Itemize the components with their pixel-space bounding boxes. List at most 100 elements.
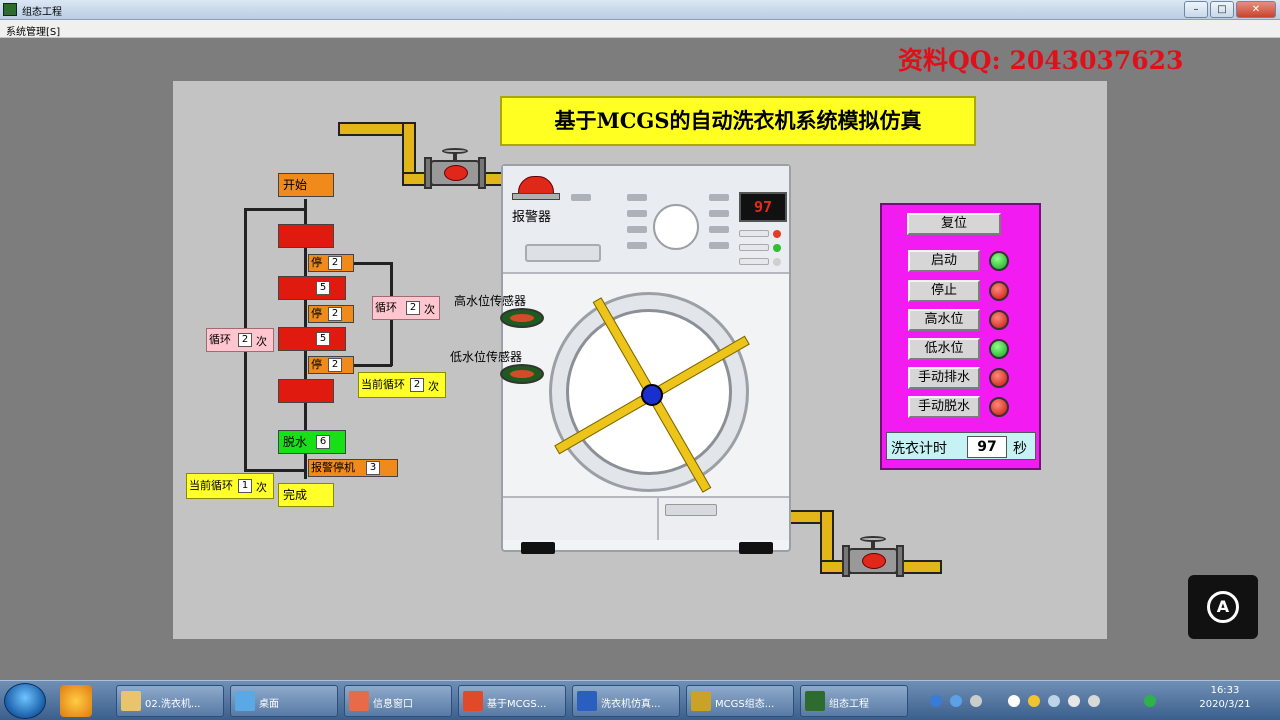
taskbar: 02.洗衣机... 桌面 信息窗口 基于MCGS... 洗衣机仿真... MCG… [0,680,1280,720]
washer-base-panel [503,496,789,540]
page-title: 基于MCGS的自动洗衣机系统模拟仿真 [500,96,976,146]
window-title: 组态工程 [22,7,62,18]
inlet-pipe-top [340,124,414,134]
reset-button[interactable]: 复位 [907,213,1001,235]
close-button[interactable]: ✕ [1236,1,1276,18]
panel-key [739,244,769,251]
menubar: 系统管理[S] [0,20,1280,38]
flow-step-drain [278,379,334,403]
shield-icon[interactable] [1144,695,1156,707]
task-label: 02.洗衣机... [145,699,201,710]
keyboard-icon[interactable] [930,695,942,707]
window-controls: – □ ✕ [1184,1,1276,19]
flow-spin-label: 脱水 [283,435,308,449]
task-label: 洗衣机仿真... [601,699,661,710]
battery-icon[interactable] [1088,695,1100,707]
taskbar-task[interactable]: MCGS组态... [686,685,794,717]
flow-step-forward [278,276,346,300]
clock-date: 2020/3/21 [1199,699,1251,710]
panel-slot [627,210,647,217]
menu-system-manage[interactable]: 系统管理[S] [6,23,60,38]
flow-step-spin: 脱水 [278,430,346,454]
low-water-sensor-icon [500,364,544,384]
start-button[interactable]: 启动 [908,250,980,272]
watermark-text: 资料QQ: 2043037623 [898,46,1184,75]
taskbar-task[interactable]: 信息窗口 [344,685,452,717]
flow-step-reverse [278,327,346,351]
agitator-blade [649,335,750,400]
explorer-pin-icon[interactable] [60,685,92,717]
taskbar-task[interactable]: 洗衣机仿真... [572,685,680,717]
task-label: 桌面 [259,699,279,710]
floating-assist-button[interactable]: A [1188,575,1258,639]
manual-spin-indicator-lamp [989,397,1009,417]
taskbar-task[interactable]: 组态工程 [800,685,908,717]
agitator-blade [592,297,657,398]
agitator-blade [554,390,655,455]
washer-drum [554,297,750,493]
agitator-blade [647,392,712,493]
network-icon[interactable] [1048,695,1060,707]
washer-door [549,292,750,493]
help-icon[interactable] [950,695,962,707]
panel-slot [709,226,729,233]
washer-foot [521,542,555,554]
panel-key [739,258,769,265]
flow-alarm-stop-label: 报警停机 [311,461,355,474]
taskbar-task[interactable]: 02.洗衣机... [116,685,224,717]
current-outer-label: 当前循环 [189,479,233,492]
outlet-valve[interactable] [840,536,906,577]
stop-button[interactable]: 停止 [908,280,980,302]
alarm-label: 报警器 [512,210,552,225]
start-indicator-lamp [989,251,1009,271]
taskbar-task[interactable]: 基于MCGS... [458,685,566,717]
flow-stop-3-value: 2 [328,358,342,372]
inner-loop-value: 2 [406,301,420,315]
inner-loop-unit: 次 [424,303,435,316]
task-label: 基于MCGS... [487,699,547,710]
panel-slot [627,242,647,249]
flow-line [354,262,392,265]
task-icon [691,691,711,711]
outer-loop-value: 2 [238,333,252,347]
washer-foot [739,542,773,554]
high-water-sensor-icon [500,308,544,328]
flow-start: 开始 [278,173,334,197]
low-water-button[interactable]: 低水位 [908,338,980,360]
taskbar-task[interactable]: 桌面 [230,685,338,717]
task-label: 组态工程 [829,699,869,710]
task-label: 信息窗口 [373,699,413,710]
low-water-indicator-lamp [989,339,1009,359]
flow-forward-value: 5 [316,281,330,295]
wash-timer: 洗衣计时 97 秒 [886,432,1036,460]
security-icon[interactable] [1028,695,1040,707]
inlet-valve[interactable] [422,148,488,189]
drum-hub [641,384,663,406]
panel-slot [571,194,591,201]
high-water-button[interactable]: 高水位 [908,309,980,331]
bell-icon[interactable] [1008,695,1020,707]
task-icon [121,691,141,711]
manual-drain-button[interactable]: 手动排水 [908,367,980,389]
a-badge-icon: A [1207,591,1239,623]
wash-timer-label: 洗衣计时 [891,441,947,457]
maximize-button[interactable]: □ [1210,1,1234,18]
detergent-drawer [525,244,601,262]
panel-key [739,230,769,237]
flow-line [354,364,392,367]
current-outer-unit: 次 [256,481,267,494]
outer-loop-label: 循环 [209,333,231,346]
manual-spin-button[interactable]: 手动脱水 [908,396,980,418]
start-button-icon[interactable] [4,683,46,719]
flow-step-inlet [278,224,334,248]
task-icon [463,691,483,711]
flag-icon[interactable] [1068,695,1080,707]
minimize-button[interactable]: – [1184,1,1208,18]
system-tray [930,685,1180,717]
flow-spin-value: 6 [316,435,330,449]
settings-icon[interactable] [970,695,982,707]
program-knob[interactable] [653,204,699,250]
taskbar-clock[interactable]: 16:33 2020/3/21 [1190,684,1260,712]
flow-stop-label: 停 [311,256,322,269]
base-divider [657,496,659,540]
